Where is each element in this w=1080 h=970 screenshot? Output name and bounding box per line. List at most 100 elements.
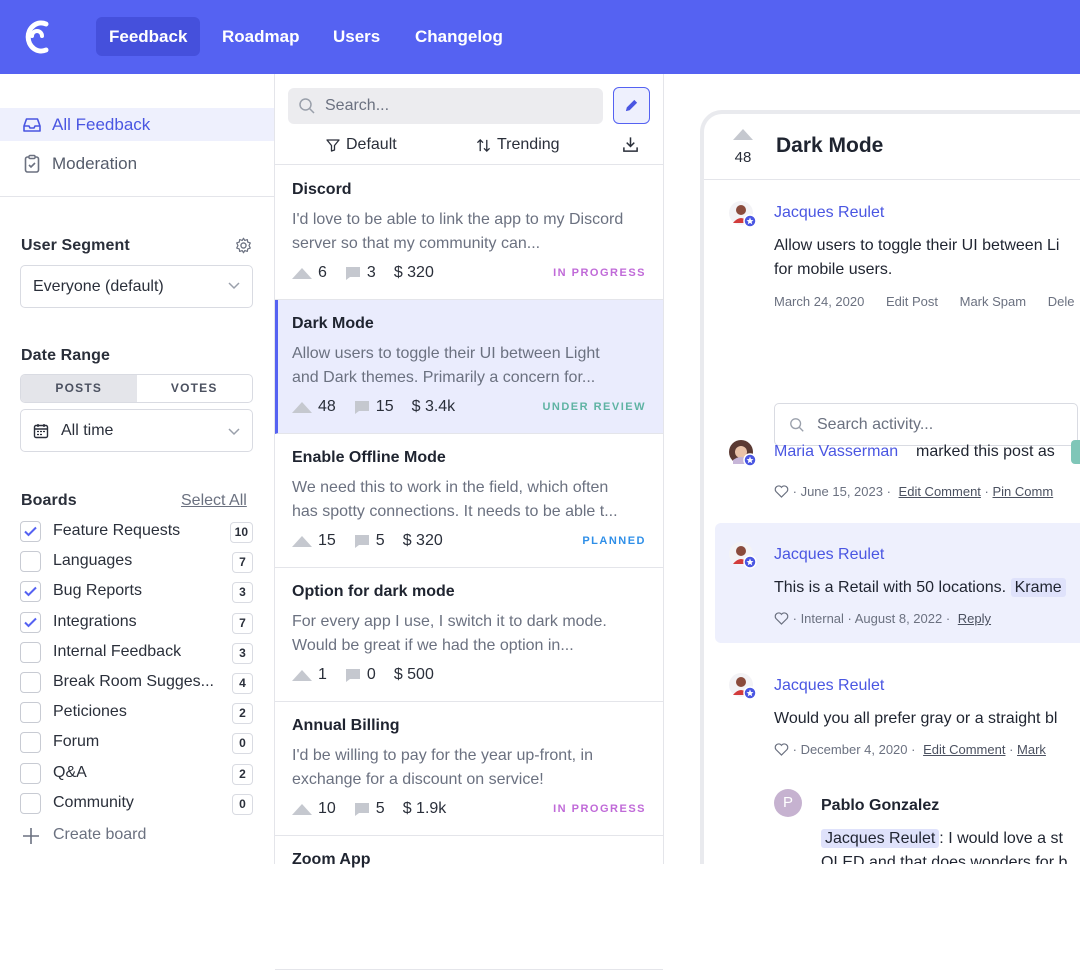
upvote-icon[interactable]: [292, 401, 312, 413]
board-label: Internal Feedback: [53, 642, 182, 660]
filter-dropdown[interactable]: Default: [326, 136, 397, 154]
heart-icon[interactable]: [774, 485, 789, 498]
checkbox-checked[interactable]: [20, 521, 41, 542]
edit-comment-link[interactable]: Edit Comment: [923, 742, 1005, 757]
post-card-stats: 15 5 $ 320: [292, 530, 461, 552]
sort-dropdown[interactable]: Trending: [476, 136, 560, 154]
upvote-icon[interactable]: [292, 803, 312, 815]
post-card[interactable]: Option for dark mode For every app I use,…: [275, 568, 663, 702]
gear-icon[interactable]: [235, 237, 252, 254]
board-label: Peticiones: [53, 703, 127, 721]
nav-tab-changelog[interactable]: Changelog: [402, 17, 516, 56]
post-card[interactable]: Enable Offline Mode We need this to work …: [275, 434, 663, 568]
checkbox[interactable]: [20, 762, 41, 784]
mrr-value: $ 320: [402, 532, 443, 549]
post-body-line: Allow users to toggle their UI between L…: [774, 237, 1060, 254]
board-label: Languages: [53, 552, 133, 570]
date-range-select[interactable]: All time: [20, 409, 253, 452]
board-item[interactable]: Feature Requests 10: [20, 520, 253, 544]
post-card-title: Annual Billing: [292, 717, 400, 734]
search-input[interactable]: Search...: [288, 88, 603, 124]
event-date: · Internal · August 8, 2022 ·: [792, 611, 951, 626]
user-segment-value: Everyone (default): [33, 278, 164, 295]
post-card-description: I'd love to be able to link the app to m…: [292, 211, 624, 252]
board-item[interactable]: Integrations 7: [20, 611, 253, 635]
activity-search-placeholder: Search activity...: [817, 416, 934, 433]
checkbox-checked[interactable]: [20, 611, 41, 633]
sidebar-item-moderation[interactable]: Moderation: [0, 147, 274, 180]
board-count-badge: 3: [232, 642, 253, 664]
board-item[interactable]: Languages 7: [20, 550, 253, 574]
upvote-icon[interactable]: [292, 267, 312, 279]
board-item[interactable]: Break Room Sugges... 4: [20, 671, 253, 695]
nav-tab-feedback[interactable]: Feedback: [96, 17, 201, 56]
event-author[interactable]: Jacques Reulet: [774, 546, 884, 564]
upvote-icon[interactable]: [292, 535, 312, 547]
sort-bar: Default Trending: [275, 132, 664, 165]
delete-post-link[interactable]: Dele: [1048, 294, 1075, 309]
checkbox[interactable]: [20, 672, 41, 693]
checkbox-checked[interactable]: [20, 581, 41, 603]
tab-votes[interactable]: VOTES: [137, 375, 253, 402]
mention-tag[interactable]: Krame: [1010, 578, 1066, 597]
mark-link[interactable]: Mark: [1017, 742, 1046, 757]
checkbox[interactable]: [20, 702, 41, 724]
post-card[interactable]: Annual Billing I'd be willing to pay for …: [275, 702, 663, 836]
nav-tab-roadmap[interactable]: Roadmap: [209, 17, 312, 56]
sort-arrows-icon: [476, 138, 491, 153]
post-card[interactable]: Zoom App: [275, 836, 663, 970]
upvote-icon[interactable]: [292, 669, 312, 681]
checkbox[interactable]: [20, 792, 41, 814]
download-icon[interactable]: [622, 136, 639, 153]
board-label: Integrations: [53, 612, 137, 630]
reply-author[interactable]: Pablo Gonzalez: [821, 797, 939, 815]
reply-link[interactable]: Reply: [958, 611, 991, 626]
chevron-down-icon: [228, 428, 240, 436]
board-item[interactable]: Peticiones 2: [20, 701, 253, 725]
board-item[interactable]: Q&A 2: [20, 762, 253, 786]
post-card-stats: 48 15 $ 3.4k: [292, 396, 473, 418]
heart-icon[interactable]: [774, 612, 789, 625]
post-date: March 24, 2020: [774, 294, 865, 309]
sidebar-item-all-feedback[interactable]: All Feedback: [0, 108, 274, 141]
post-body-line: for mobile users.: [774, 261, 893, 278]
tab-posts[interactable]: POSTS: [21, 375, 137, 402]
avatar: [729, 542, 757, 569]
user-segment-select[interactable]: Everyone (default): [20, 265, 253, 308]
post-card[interactable]: Dark Mode Allow users to toggle their UI …: [275, 300, 663, 434]
board-item[interactable]: Bug Reports 3: [20, 580, 253, 604]
checkbox[interactable]: [20, 641, 41, 663]
upvote-icon[interactable]: [733, 129, 753, 140]
post-card-description: We need this to work in the field, which…: [292, 479, 618, 520]
create-board-button[interactable]: Create board: [20, 824, 220, 848]
event-meta-row: · June 15, 2023 · Edit Comment · Pin Com…: [774, 484, 1053, 499]
create-post-button[interactable]: [613, 87, 650, 124]
mark-spam-link[interactable]: Mark Spam: [960, 294, 1026, 309]
edit-comment-link[interactable]: Edit Comment: [899, 484, 981, 499]
board-count-badge: 4: [232, 673, 253, 694]
board-item[interactable]: Forum 0: [20, 731, 253, 755]
post-detail-header: 48 Dark Mode: [704, 114, 1080, 180]
status-badge: IN PROGRESS: [553, 803, 646, 815]
comment-count: 3: [366, 264, 376, 281]
heart-icon[interactable]: [774, 743, 789, 756]
post-card[interactable]: Discord I'd love to be able to link the a…: [275, 166, 663, 300]
vote-count: 6: [318, 264, 327, 281]
board-item[interactable]: Community 0: [20, 792, 253, 816]
mention-tag[interactable]: Jacques Reulet: [821, 829, 940, 848]
event-text: Would you all prefer gray or a straight …: [774, 710, 1058, 727]
edit-post-link[interactable]: Edit Post: [886, 294, 938, 309]
post-card-stats: 6 3 $ 320: [292, 262, 452, 284]
pin-comment-link[interactable]: Pin Comm: [993, 484, 1054, 499]
vote-count: 15: [318, 532, 336, 549]
event-author[interactable]: Jacques Reulet: [774, 677, 884, 695]
event-author[interactable]: Maria Vasserman: [774, 443, 898, 461]
checkbox[interactable]: [20, 732, 41, 754]
avatar: [729, 673, 757, 700]
select-all-link[interactable]: Select All: [181, 492, 247, 510]
board-item[interactable]: Internal Feedback 3: [20, 641, 253, 665]
app-logo-icon[interactable]: [22, 18, 52, 56]
nav-tab-users[interactable]: Users: [320, 17, 393, 56]
checkbox[interactable]: [20, 551, 41, 573]
post-author[interactable]: Jacques Reulet: [774, 204, 884, 222]
